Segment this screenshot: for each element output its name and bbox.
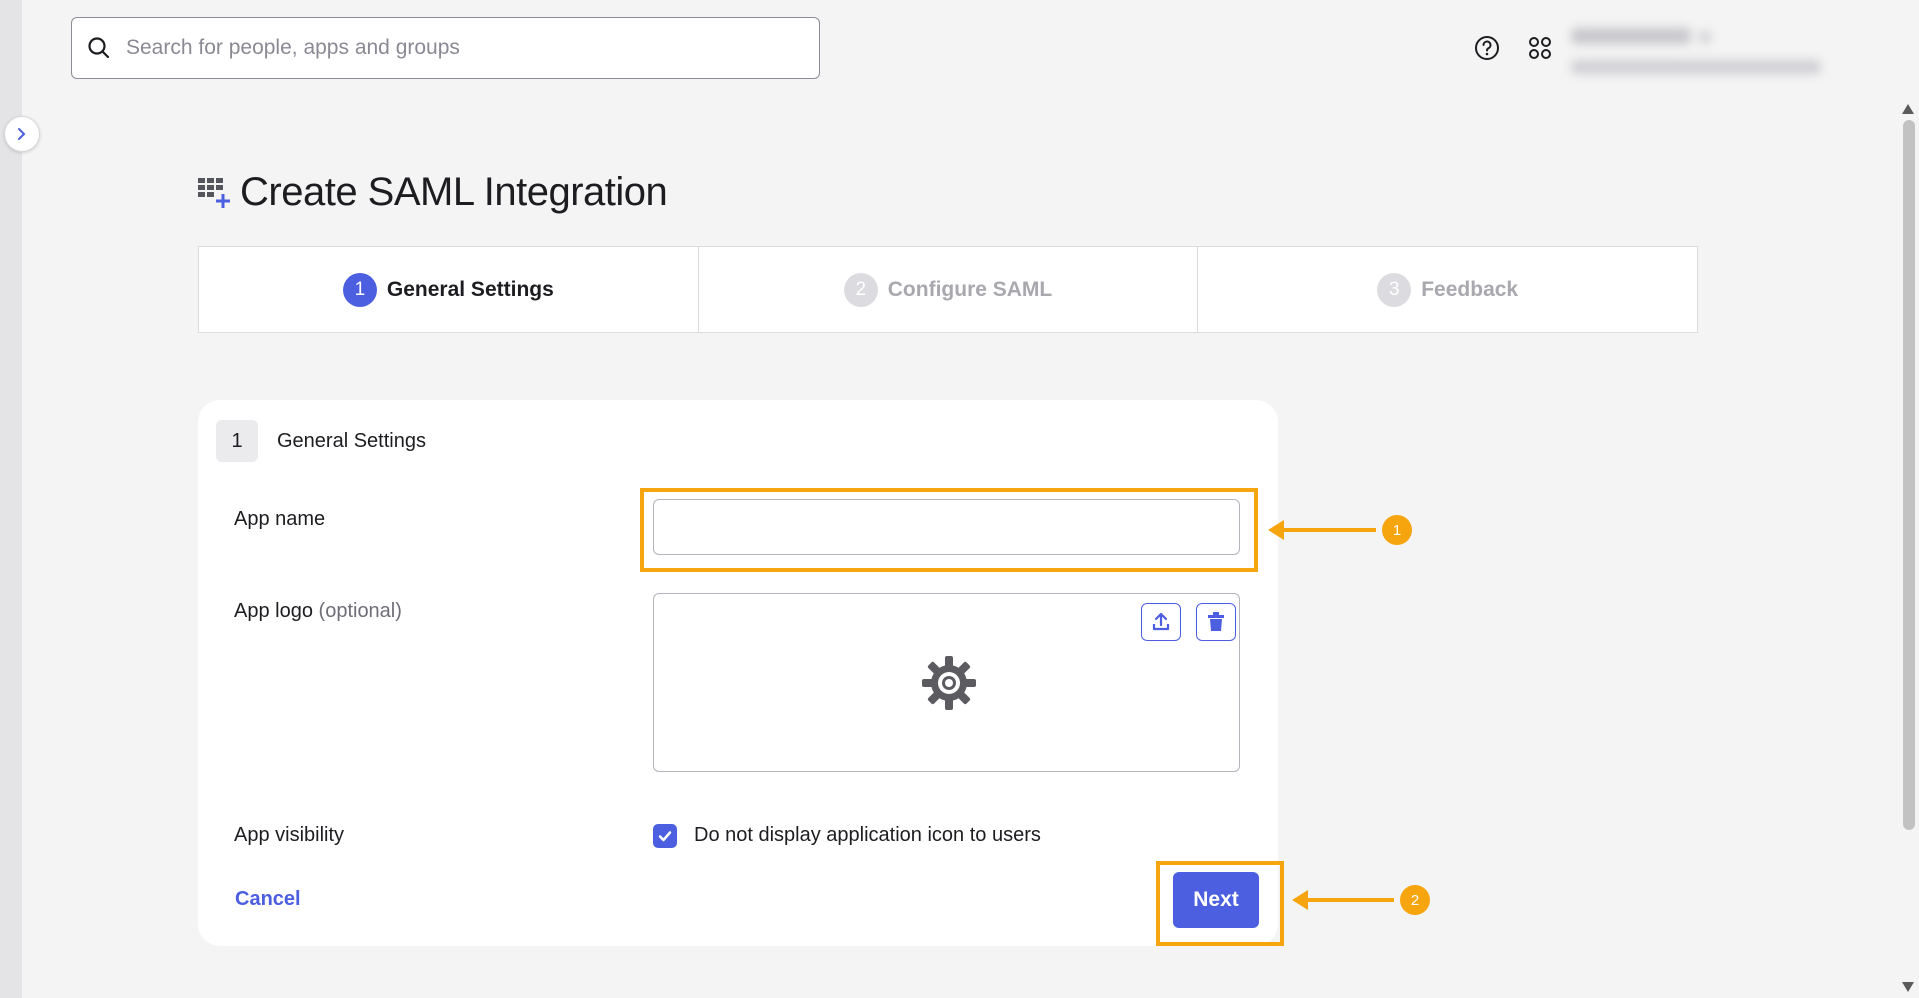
app-logo-dropzone[interactable] — [653, 593, 1240, 772]
highlight-box-app-name — [640, 488, 1258, 572]
scroll-down-arrow[interactable] — [1902, 982, 1914, 992]
search-bar[interactable] — [71, 17, 820, 79]
search-input[interactable] — [124, 17, 819, 79]
app-grid-add-icon — [198, 177, 230, 208]
apps-grid-icon — [1529, 37, 1551, 59]
gear-icon — [922, 656, 976, 710]
expand-sidebar-button[interactable] — [4, 116, 40, 152]
hide-icon-checkbox-label[interactable]: Do not display application icon to users — [694, 824, 1041, 847]
upload-icon — [1152, 612, 1170, 631]
hide-icon-checkbox[interactable] — [653, 824, 677, 848]
annotation-arrow-1 — [1268, 520, 1376, 540]
checkmark-icon — [658, 831, 672, 842]
delete-logo-button[interactable] — [1196, 603, 1236, 641]
app-logo-label-text: App logo — [234, 600, 313, 622]
section-number: 1 — [216, 420, 258, 462]
annotation-arrow-2 — [1292, 890, 1394, 910]
chevron-right-icon — [18, 128, 26, 140]
search-icon — [88, 37, 110, 59]
trash-icon — [1208, 612, 1224, 631]
step-number: 2 — [843, 272, 878, 307]
step-label: General Settings — [386, 277, 554, 301]
app-visibility-label: App visibility — [234, 824, 345, 846]
step-configure-saml[interactable]: 2 Configure SAML — [699, 247, 1199, 332]
step-general-settings[interactable]: 1 General Settings — [199, 247, 699, 332]
scroll-up-arrow[interactable] — [1902, 104, 1914, 114]
highlight-box-next — [1156, 861, 1284, 946]
user-menu-blurred[interactable] — [1565, 22, 1830, 84]
annotation-marker-2: 2 — [1400, 885, 1430, 915]
upload-logo-button[interactable] — [1141, 603, 1181, 641]
page-title: Create SAML Integration — [240, 170, 668, 214]
optional-tag: (optional) — [318, 600, 402, 622]
page-header: Create SAML Integration — [196, 170, 668, 215]
help-circle-icon — [1475, 36, 1499, 60]
scrollbar-thumb[interactable] — [1903, 120, 1915, 830]
annotation-marker-1: 1 — [1382, 515, 1412, 545]
apps-button[interactable] — [1525, 33, 1555, 63]
general-settings-card: 1 General Settings App name App logo (op… — [198, 400, 1278, 946]
section-title: General Settings — [277, 430, 426, 452]
wizard-steps: 1 General Settings 2 Configure SAML 3 Fe… — [198, 246, 1698, 333]
app-logo-label: App logo (optional) — [234, 600, 402, 623]
help-button[interactable] — [1472, 33, 1502, 63]
step-number: 1 — [342, 272, 377, 307]
app-name-label: App name — [234, 508, 326, 530]
step-number: 3 — [1377, 272, 1412, 307]
step-label: Feedback — [1421, 277, 1519, 301]
step-feedback[interactable]: 3 Feedback — [1198, 247, 1697, 332]
step-label: Configure SAML — [887, 277, 1053, 301]
cancel-button[interactable]: Cancel — [235, 888, 301, 911]
